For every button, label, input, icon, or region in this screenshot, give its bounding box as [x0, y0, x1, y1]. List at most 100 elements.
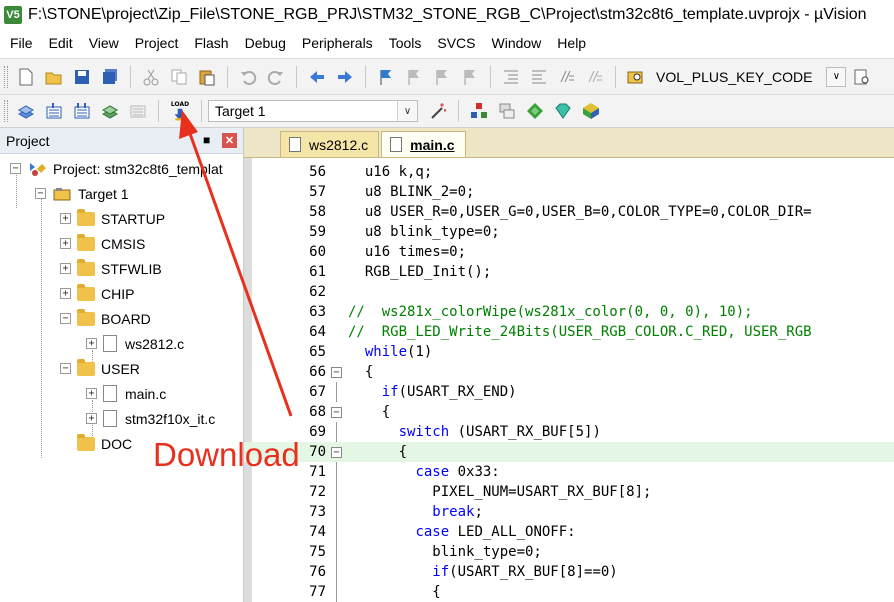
code-line[interactable]: 59 u8 blink_type=0; — [244, 222, 894, 242]
comment-button[interactable] — [555, 65, 579, 89]
code-line[interactable]: 76 if(USART_RX_BUF[8]==0) — [244, 562, 894, 582]
expand-icon[interactable]: + — [86, 413, 97, 424]
collapse-icon[interactable]: − — [60, 363, 71, 374]
rte-config-button[interactable] — [579, 99, 603, 123]
chevron-down-icon[interactable]: ∨ — [397, 101, 417, 121]
save-button[interactable] — [70, 65, 94, 89]
tab-ws2812-c[interactable]: ws2812.c — [280, 131, 380, 157]
code-line[interactable]: 77 { — [244, 582, 894, 602]
menu-flash[interactable]: Flash — [186, 35, 236, 51]
tree-group-chip[interactable]: + CHIP — [60, 281, 134, 306]
menu-file[interactable]: File — [2, 35, 41, 51]
code-line[interactable]: 75 blink_type=0; — [244, 542, 894, 562]
close-icon[interactable]: ✕ — [222, 133, 237, 148]
rebuild-button[interactable] — [70, 99, 94, 123]
tree-file-main[interactable]: + main.c — [86, 381, 166, 406]
code-line[interactable]: 58 u8 USER_R=0,USER_G=0,USER_B=0,COLOR_T… — [244, 202, 894, 222]
code-text-area[interactable]: 56 u16 k,q; 57 u8 BLINK_2=0; 58 u8 USER_R=… — [244, 158, 894, 602]
menu-svcs[interactable]: SVCS — [429, 35, 483, 51]
expand-icon[interactable]: + — [86, 388, 97, 399]
select-packs-button[interactable] — [523, 99, 547, 123]
toolbar-grip[interactable] — [4, 65, 8, 88]
menu-help[interactable]: Help — [549, 35, 594, 51]
insert-bookmark-button[interactable] — [374, 65, 398, 89]
expand-icon[interactable]: + — [60, 238, 71, 249]
code-line[interactable]: 74 case LED_ALL_ONOFF: — [244, 522, 894, 542]
code-line[interactable]: 65 while(1) — [244, 342, 894, 362]
expand-icon[interactable]: + — [60, 213, 71, 224]
paste-button[interactable] — [195, 65, 219, 89]
menu-window[interactable]: Window — [484, 35, 550, 51]
code-line[interactable]: 68− { — [244, 402, 894, 422]
copy-button[interactable] — [167, 65, 191, 89]
pack-installer-button[interactable] — [551, 99, 575, 123]
manage-project-items-button[interactable] — [495, 99, 519, 123]
build-button[interactable] — [42, 99, 66, 123]
menu-project[interactable]: Project — [127, 35, 187, 51]
expand-icon[interactable]: + — [86, 338, 97, 349]
translate-button[interactable] — [14, 99, 38, 123]
code-line[interactable]: 57 u8 BLINK_2=0; — [244, 182, 894, 202]
cut-button[interactable] — [139, 65, 163, 89]
tree-group-stfwlib[interactable]: + STFWLIB — [60, 256, 162, 281]
tab-main-c[interactable]: main.c — [381, 131, 466, 157]
code-line[interactable]: 66− { — [244, 362, 894, 382]
navigate-forward-button[interactable] — [333, 65, 357, 89]
indent-button[interactable] — [499, 65, 523, 89]
menu-tools[interactable]: Tools — [381, 35, 430, 51]
expand-icon[interactable]: + — [60, 263, 71, 274]
stop-build-button[interactable] — [126, 99, 150, 123]
navigate-back-button[interactable] — [305, 65, 329, 89]
code-line[interactable]: 70− { — [244, 442, 894, 462]
batch-build-button[interactable] — [98, 99, 122, 123]
find-combo-dropdown[interactable]: ∨ — [826, 66, 847, 87]
menu-peripherals[interactable]: Peripherals — [294, 35, 381, 51]
code-line[interactable]: 61 RGB_LED_Init(); — [244, 262, 894, 282]
code-line[interactable]: 73 break; — [244, 502, 894, 522]
find-in-files-button[interactable] — [624, 65, 648, 89]
tree-group-cmsis[interactable]: + CMSIS — [60, 231, 145, 256]
fold-toggle-icon[interactable]: − — [331, 446, 342, 458]
fold-toggle-icon[interactable]: − — [331, 366, 342, 378]
tree-root-project[interactable]: − Project: stm32c8t6_templat — [10, 156, 223, 181]
menu-edit[interactable]: Edit — [41, 35, 81, 51]
tree-group-user[interactable]: − USER — [60, 356, 140, 381]
undo-button[interactable] — [236, 65, 260, 89]
target-options-button[interactable] — [426, 99, 450, 123]
prev-bookmark-button[interactable] — [402, 65, 426, 89]
code-line[interactable]: 63 // ws281x_colorWipe(ws281x_color(0, 0,… — [244, 302, 894, 322]
find-button[interactable] — [850, 65, 874, 89]
code-line[interactable]: 56 u16 k,q; — [244, 162, 894, 182]
code-line[interactable]: 60 u16 times=0; — [244, 242, 894, 262]
tree-group-board[interactable]: − BOARD — [60, 306, 151, 331]
clear-bookmarks-button[interactable] — [458, 65, 482, 89]
tree-target[interactable]: − Target 1 — [35, 181, 129, 206]
code-line[interactable]: 62 — [244, 282, 894, 302]
tree-group-startup[interactable]: + STARTUP — [60, 206, 165, 231]
toolbar-grip[interactable] — [4, 100, 8, 122]
expand-icon[interactable]: + — [60, 288, 71, 299]
download-load-button[interactable]: LOAD — [167, 99, 193, 123]
open-file-button[interactable] — [42, 65, 66, 89]
code-line[interactable]: 67 if(USART_RX_END) — [244, 382, 894, 402]
next-bookmark-button[interactable] — [430, 65, 454, 89]
code-line[interactable]: 72 PIXEL_NUM=USART_RX_BUF[8]; — [244, 482, 894, 502]
collapse-icon[interactable]: − — [60, 313, 71, 324]
collapse-icon[interactable]: − — [35, 188, 46, 199]
tree-file-ws2812[interactable]: + ws2812.c — [86, 331, 184, 356]
pin-icon[interactable]: ■ — [203, 133, 217, 147]
fold-toggle-icon[interactable]: − — [331, 406, 342, 418]
redo-button[interactable] — [264, 65, 288, 89]
save-all-button[interactable] — [98, 65, 122, 89]
code-line[interactable]: 71 case 0x33: — [244, 462, 894, 482]
menu-debug[interactable]: Debug — [237, 35, 294, 51]
tree-group-doc[interactable]: DOC — [77, 431, 132, 456]
unindent-button[interactable] — [527, 65, 551, 89]
collapse-icon[interactable]: − — [10, 163, 21, 174]
target-select[interactable]: Target 1 ∨ — [208, 100, 418, 122]
new-file-button[interactable] — [14, 65, 38, 89]
file-extensions-button[interactable] — [467, 99, 491, 123]
menu-view[interactable]: View — [81, 35, 127, 51]
tree-file-stm32f10x-it[interactable]: + stm32f10x_it.c — [86, 406, 215, 431]
code-line[interactable]: 64 // RGB_LED_Write_24Bits(USER_RGB_COLOR… — [244, 322, 894, 342]
